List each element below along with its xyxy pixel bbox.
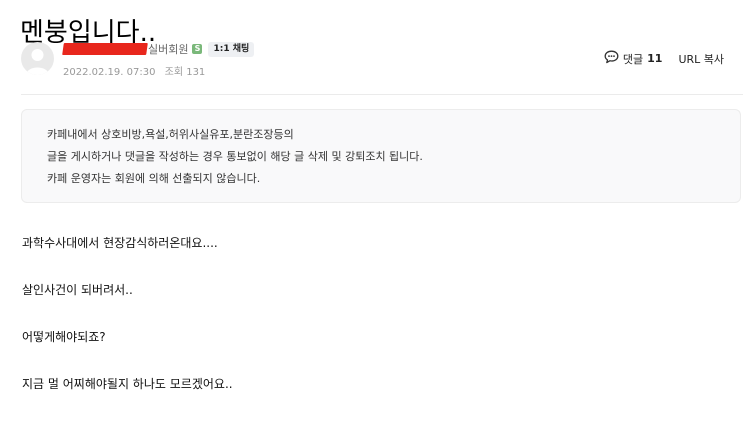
chat-button[interactable]: 1:1 채팅 (208, 41, 255, 57)
cafe-notice-box: 카페내에서 상호비방,욕설,허위사실유포,분란조장등의 글을 게시하거나 댓글을… (21, 109, 741, 203)
body-paragraph: 과학수사대에서 현장감식하러온대요.... (22, 236, 218, 250)
body-paragraph: 어떻게해야되죠? (22, 330, 106, 344)
author-nickname-redacted[interactable] (62, 43, 148, 55)
author-grade: 실버회원 (148, 43, 189, 56)
notice-line: 글을 게시하거나 댓글을 작성하는 경우 통보없이 해당 글 삭제 및 강퇴조치… (47, 150, 423, 163)
post-meta: 2022.02.19. 07:30 조회 131 (63, 63, 205, 78)
post-date: 2022.02.19. 07:30 (63, 67, 156, 78)
comment-bubble-icon[interactable] (604, 50, 619, 67)
comments-count[interactable]: 11 (647, 52, 662, 65)
post-body: 과학수사대에서 현장감식하러온대요.... 살인사건이 되버려서.. 어떻게해야… (22, 233, 233, 421)
header-divider (21, 94, 743, 95)
author-info: 실버회원 S 1:1 채팅 (62, 41, 255, 57)
comments-label[interactable]: 댓글 (623, 51, 643, 67)
notice-line: 카페 운영자는 회원에 의해 선출되지 않습니다. (47, 172, 261, 185)
grade-badge: S (192, 44, 203, 54)
body-paragraph: 지금 멀 어찌해야될지 하나도 모르겠어요.. (22, 377, 233, 391)
author-avatar[interactable] (21, 42, 54, 75)
notice-line: 카페내에서 상호비방,욕설,허위사실유포,분란조장등의 (47, 128, 294, 141)
post-views: 조회 131 (164, 67, 206, 78)
avatar-default-icon (26, 49, 49, 75)
post-tools: 댓글 11 URL 복사 (604, 50, 724, 67)
body-paragraph: 살인사건이 되버려서.. (22, 283, 133, 297)
url-copy-button[interactable]: URL 복사 (678, 51, 724, 67)
